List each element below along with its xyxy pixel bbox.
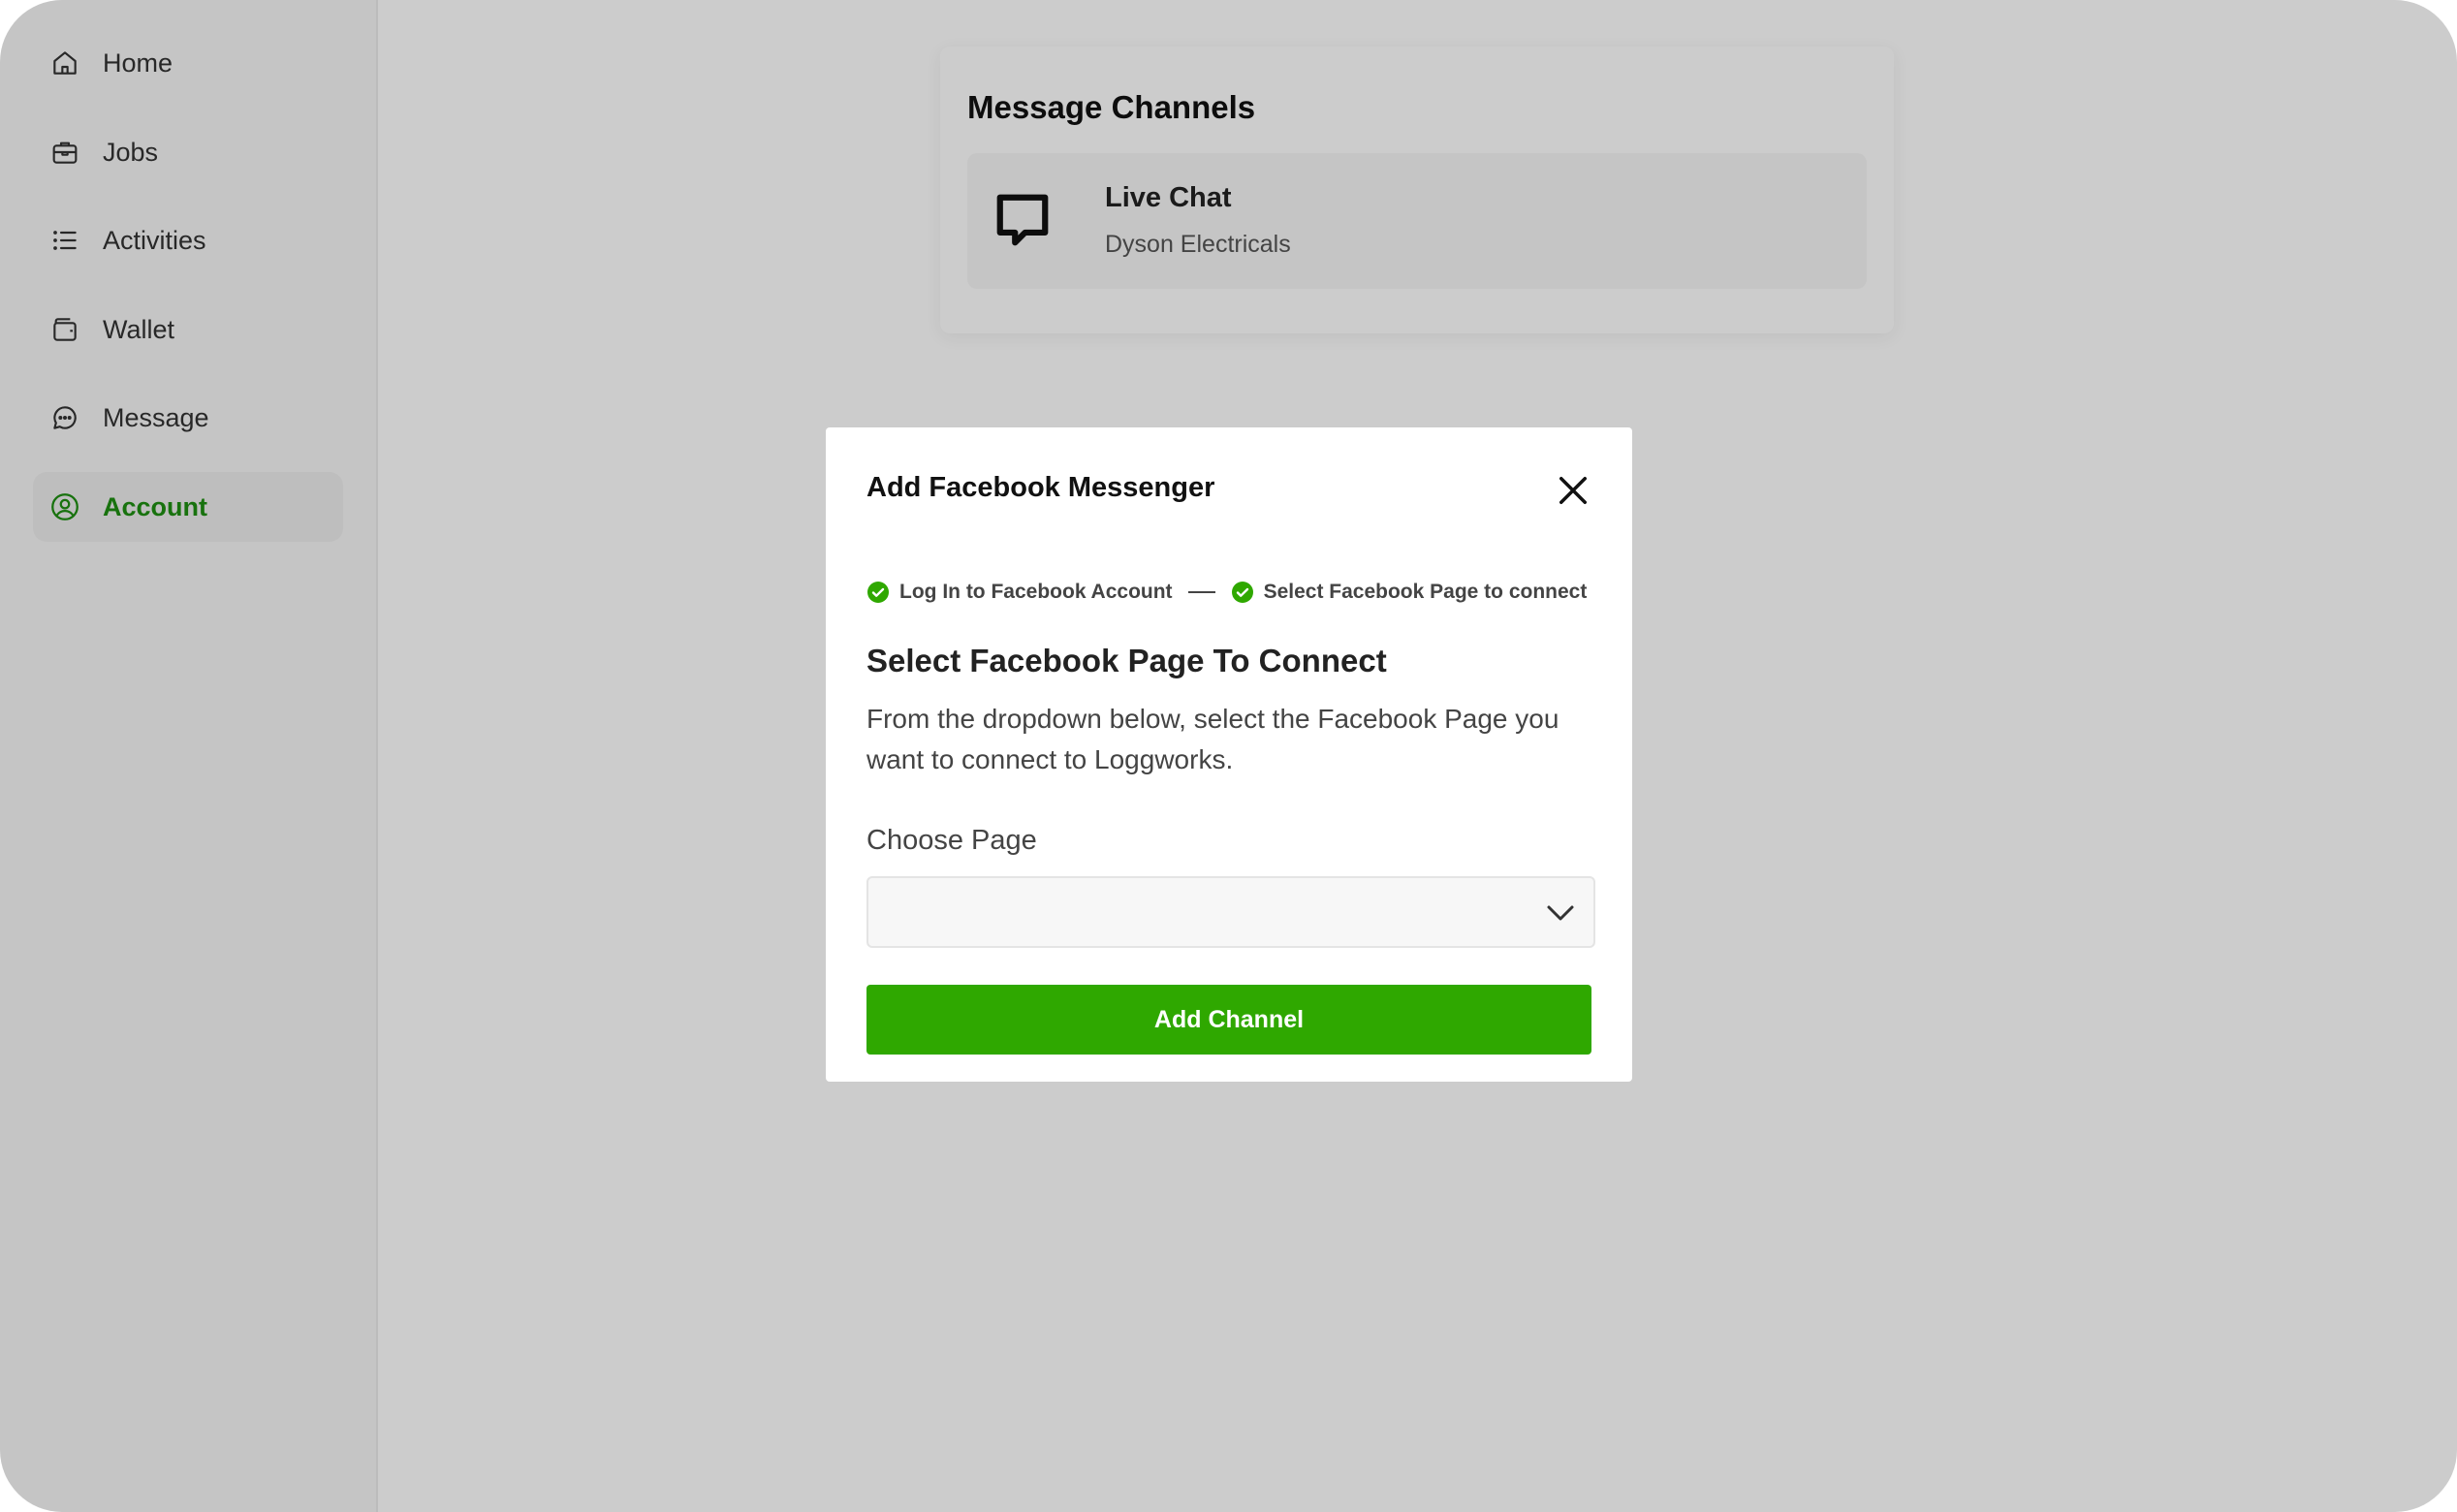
section-description: From the dropdown below, select the Face… xyxy=(866,704,1559,774)
choose-page-label: Choose Page xyxy=(866,825,1037,856)
close-button[interactable] xyxy=(1553,470,1593,511)
step-divider xyxy=(1187,591,1215,593)
modal-title: Add Facebook Messenger xyxy=(866,472,1215,503)
close-icon xyxy=(1559,477,1587,504)
step-indicator: Log In to Facebook Account Select Facebo… xyxy=(866,581,1587,604)
section-title: Select Facebook Page To Connect xyxy=(866,643,1387,678)
choose-page-dropdown[interactable] xyxy=(866,876,1595,948)
chevron-down-icon xyxy=(1547,905,1574,921)
add-facebook-messenger-dialog: Add Facebook Messenger Log In to Faceboo… xyxy=(826,427,1632,1082)
check-circle-icon xyxy=(1231,582,1253,603)
step-label: Log In to Facebook Account xyxy=(899,581,1173,603)
add-channel-button[interactable]: Add Channel xyxy=(866,985,1591,1055)
check-circle-icon xyxy=(867,582,889,603)
step-label: Select Facebook Page to connect xyxy=(1263,581,1588,603)
app-window: Home Jobs Activities Wallet Message Acco… xyxy=(0,0,2457,1512)
